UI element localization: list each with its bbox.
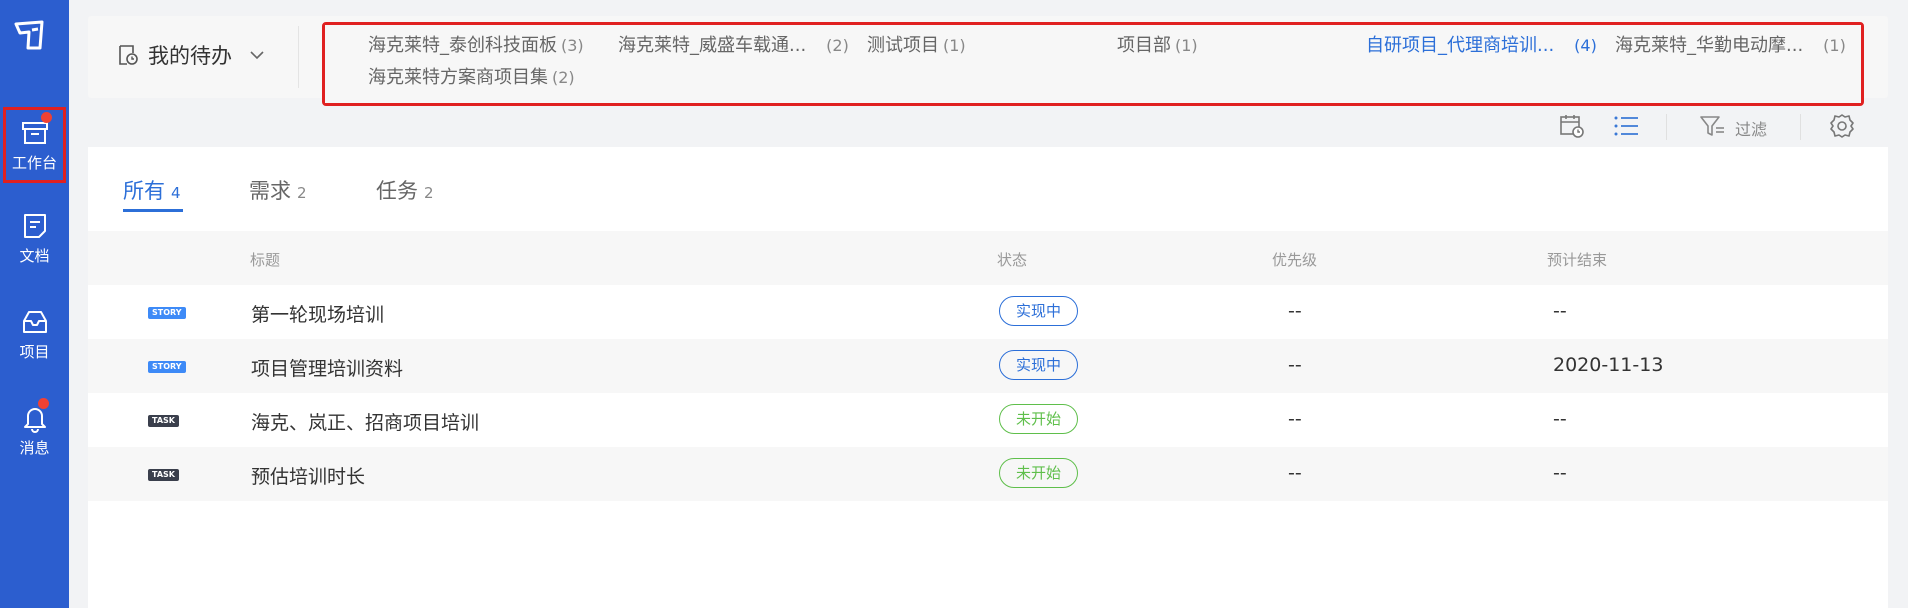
sidebar-item-label: 文档 — [19, 246, 50, 265]
tab-tasks[interactable]: 任务 2 — [376, 175, 434, 205]
project-item-active[interactable]: 自研项目_代理商培训... (4) — [1366, 31, 1597, 57]
status-badge[interactable]: 实现中 — [999, 296, 1078, 326]
row-title[interactable]: 项目管理培训资料 — [251, 354, 403, 381]
my-todo-label: 我的待办 — [148, 44, 232, 68]
row-due: -- — [1553, 408, 1567, 430]
table-row[interactable]: TASK 预估培训时长 未开始 -- -- — [88, 447, 1888, 501]
notification-dot — [38, 398, 49, 409]
filter-label[interactable]: 过滤 — [1735, 116, 1767, 140]
column-title: 标题 — [250, 251, 281, 269]
story-type-icon: STORY — [148, 307, 186, 319]
project-item[interactable]: 海克莱特_威盛车载通... (2) — [618, 31, 849, 57]
todo-clock-icon — [119, 45, 138, 65]
project-name: 海克莱特_泰创科技面板 — [368, 35, 557, 56]
project-name: 海克莱特_威盛车载通... — [618, 35, 807, 56]
tab-count: 2 — [424, 184, 434, 202]
inbox-icon — [22, 310, 47, 333]
divider — [298, 26, 299, 88]
active-tab-underline — [123, 209, 183, 212]
chevron-down-icon — [250, 51, 264, 60]
project-filter-box: 海克莱特_泰创科技面板 (3) 海克莱特_威盛车载通... (2) 测试项目 (1) … — [322, 22, 1864, 106]
list-view-icon[interactable] — [1612, 112, 1640, 140]
sidebar-item-workbench[interactable]: 工作台 — [3, 107, 66, 183]
row-priority: -- — [1288, 300, 1302, 322]
project-name: 测试项目 — [867, 35, 939, 56]
project-item[interactable]: 海克莱特_泰创科技面板 (3) — [368, 31, 584, 57]
project-item[interactable]: 海克莱特方案商项目集 (2) — [368, 63, 575, 89]
tab-all[interactable]: 所有 4 — [123, 175, 181, 205]
project-count: (1) — [1175, 36, 1198, 55]
project-count: (2) — [552, 68, 575, 87]
task-type-icon: TASK — [148, 415, 179, 427]
project-name: 项目部 — [1117, 35, 1171, 56]
gear-icon[interactable] — [1828, 112, 1856, 140]
document-icon — [23, 213, 46, 238]
project-item[interactable]: 海克莱特_华勤电动摩... (1) — [1615, 31, 1846, 57]
status-badge[interactable]: 未开始 — [999, 404, 1078, 434]
project-count: (1) — [1823, 36, 1846, 55]
my-todo-dropdown[interactable]: 我的待办 — [116, 40, 274, 70]
sidebar-item-messages[interactable]: 消息 — [0, 392, 69, 468]
row-priority: -- — [1288, 354, 1302, 376]
project-count: (3) — [561, 36, 584, 55]
divider — [1666, 114, 1667, 140]
table-row[interactable]: STORY 项目管理培训资料 实现中 -- 2020-11-13 — [88, 339, 1888, 393]
sidebar-item-label: 工作台 — [11, 153, 57, 172]
notification-dot — [41, 112, 52, 123]
project-item[interactable]: 项目部 (1) — [1117, 31, 1198, 57]
tab-label: 任务 — [376, 179, 418, 203]
project-count: (4) — [1574, 36, 1597, 55]
filter-icon[interactable] — [1698, 112, 1726, 140]
work-item-panel: 所有 4 需求 2 任务 2 标题 状态 优先级 预计结束 STORY 第一轮现场培训… — [88, 147, 1888, 608]
column-due: 预计结束 — [1547, 251, 1608, 269]
tab-count: 2 — [297, 184, 307, 202]
story-type-icon: STORY — [148, 361, 186, 373]
column-status: 状态 — [997, 251, 1028, 269]
table-header: 标题 状态 优先级 预计结束 — [88, 231, 1888, 285]
table-row[interactable]: STORY 第一轮现场培训 实现中 -- -- — [88, 285, 1888, 339]
status-badge[interactable]: 未开始 — [999, 458, 1078, 488]
tab-requirements[interactable]: 需求 2 — [249, 175, 307, 205]
sidebar: 工作台 文档 项目 消息 — [0, 0, 69, 608]
row-due: -- — [1553, 462, 1567, 484]
app-logo-icon[interactable] — [12, 18, 46, 52]
sidebar-item-docs[interactable]: 文档 — [0, 200, 69, 276]
divider — [1800, 114, 1801, 140]
table-row[interactable]: TASK 海克、岚正、招商项目培训 未开始 -- -- — [88, 393, 1888, 447]
column-priority: 优先级 — [1272, 251, 1318, 269]
project-item[interactable]: 测试项目 (1) — [867, 31, 966, 57]
task-type-icon: TASK — [148, 469, 179, 481]
tab-label: 需求 — [249, 179, 291, 203]
row-title[interactable]: 预估培训时长 — [251, 462, 365, 489]
project-name: 自研项目_代理商培训... — [1366, 35, 1555, 56]
tab-count: 4 — [171, 184, 181, 202]
row-priority: -- — [1288, 462, 1302, 484]
row-priority: -- — [1288, 408, 1302, 430]
project-count: (2) — [826, 36, 849, 55]
sidebar-item-projects[interactable]: 项目 — [0, 296, 69, 372]
status-badge[interactable]: 实现中 — [999, 350, 1078, 380]
row-title[interactable]: 海克、岚正、招商项目培训 — [251, 408, 479, 435]
project-count: (1) — [943, 36, 966, 55]
row-due: -- — [1553, 300, 1567, 322]
sidebar-item-label: 消息 — [19, 438, 50, 457]
row-due: 2020-11-13 — [1553, 354, 1664, 376]
sidebar-item-label: 项目 — [19, 342, 50, 361]
project-name: 海克莱特方案商项目集 — [368, 67, 548, 88]
tab-label: 所有 — [123, 179, 165, 203]
calendar-clock-icon[interactable] — [1558, 112, 1586, 140]
row-title[interactable]: 第一轮现场培训 — [251, 300, 384, 327]
project-name: 海克莱特_华勤电动摩... — [1615, 35, 1804, 56]
